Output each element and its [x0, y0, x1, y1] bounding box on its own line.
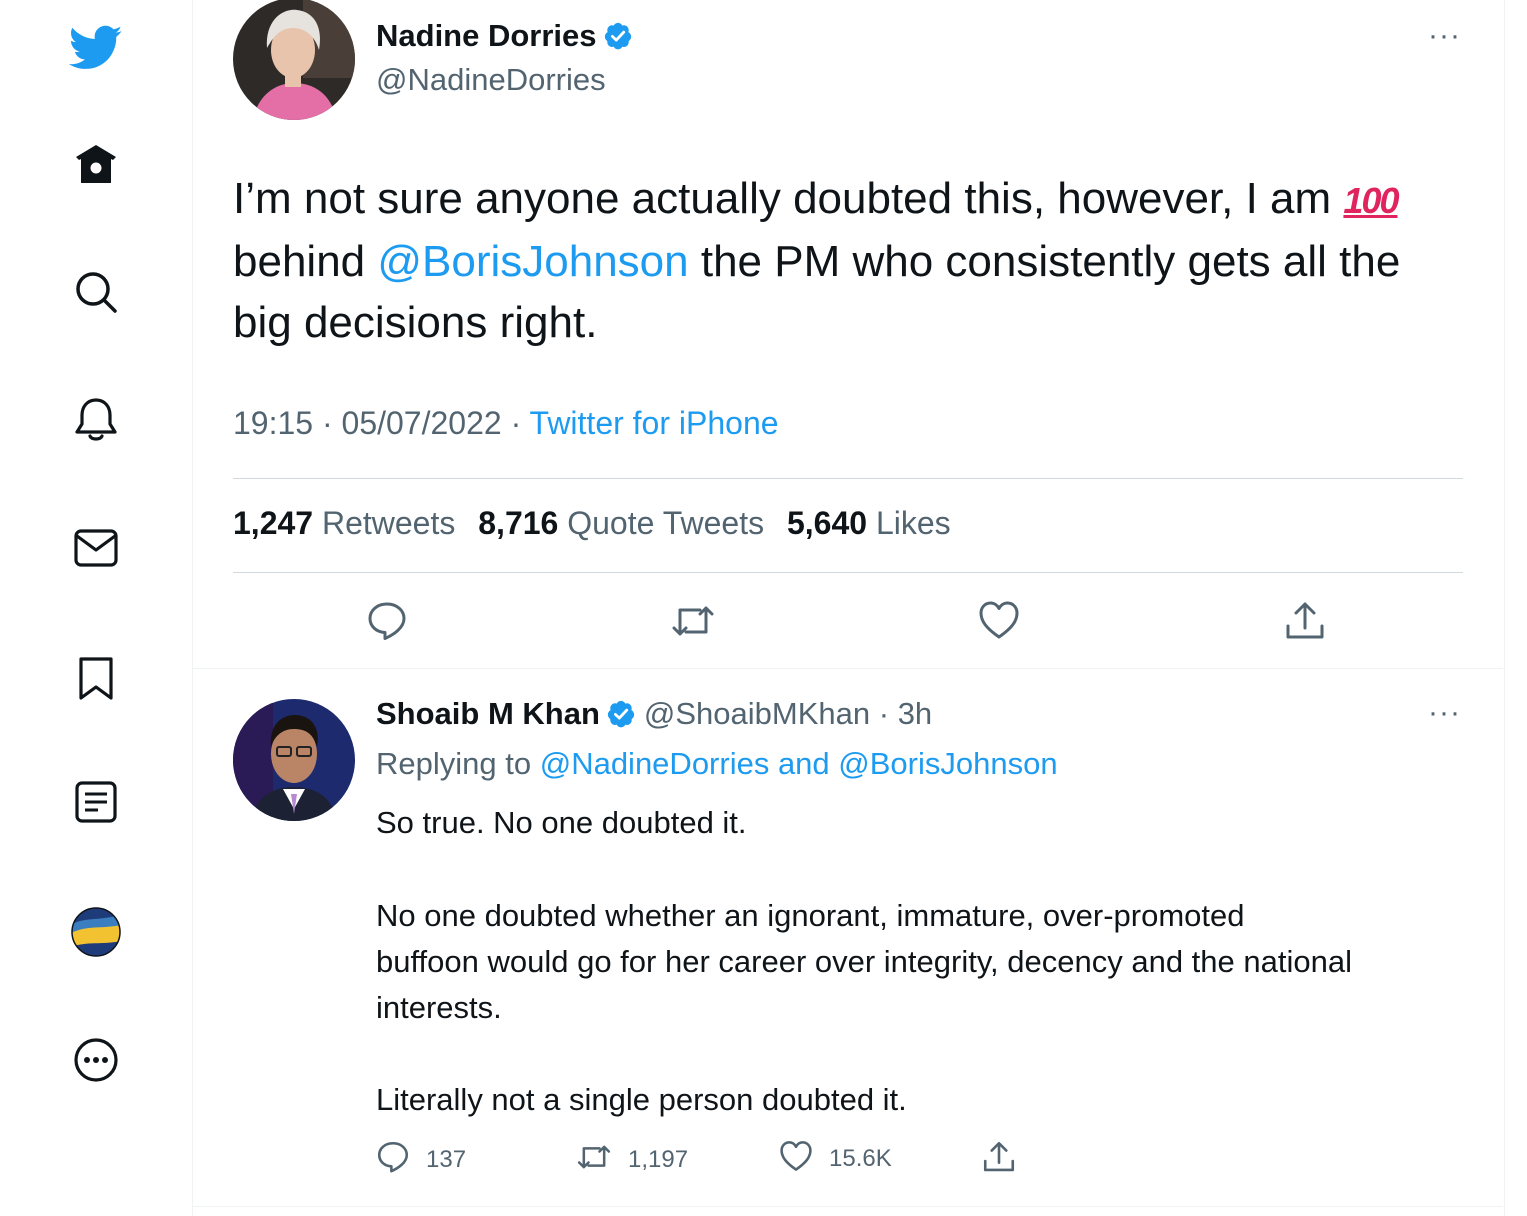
tweet-text: I’m not sure anyone actually doubted thi…: [233, 168, 1473, 353]
verified-badge-icon: [603, 21, 633, 59]
meta-separator-2: ·: [510, 405, 522, 441]
notifications-bell-icon[interactable]: [66, 390, 126, 450]
reply-icon: [366, 600, 408, 647]
likes-stat[interactable]: 5,640 Likes: [787, 505, 951, 541]
likes-count: 5,640: [786, 505, 868, 541]
tweet-text-line2-pre: behind: [233, 237, 378, 286]
reply-author-avatar[interactable]: [233, 699, 355, 821]
reply-retweet-button[interactable]: 1,197: [576, 1140, 688, 1179]
retweets-label: Retweets: [321, 505, 456, 541]
tweet-text-line3: big decisions right.: [233, 298, 598, 347]
reply-author-row: Shoaib M Khan @ShoaibMKhan · 3h: [376, 696, 932, 737]
hundred-points-icon: 100: [1343, 180, 1399, 221]
author-name-row[interactable]: Nadine Dorries: [376, 18, 633, 59]
tweet-text-line1: I’m not sure anyone actually doubted thi…: [233, 174, 1332, 223]
bottom-separator: [193, 1206, 1503, 1207]
tweet-separator: [193, 668, 1503, 669]
home-icon[interactable]: [66, 134, 126, 194]
reply-retweet-count: 1,197: [628, 1145, 689, 1173]
replying-to: Replying to @NadineDorries and @BorisJoh…: [376, 741, 1058, 787]
reply-separator: ·: [878, 696, 890, 731]
reply-text-line4: interests.: [376, 990, 502, 1025]
share-button[interactable]: [1284, 600, 1326, 647]
like-button[interactable]: [978, 600, 1020, 645]
more-options-icon[interactable]: [66, 1030, 126, 1090]
reply-reply-button[interactable]: 137: [376, 1140, 466, 1179]
quote-tweets-label: Quote Tweets: [567, 505, 765, 541]
heart-icon: [978, 600, 1020, 645]
retweets-count: 1,247: [233, 505, 314, 541]
tweet-stats: 1,247 Retweets 8,716 Quote Tweets 5,640 …: [233, 505, 965, 542]
reply-count: 137: [426, 1145, 467, 1173]
author-handle[interactable]: @NadineDorries: [376, 62, 606, 98]
reply-button[interactable]: [366, 600, 408, 647]
meta-separator: ·: [321, 405, 333, 441]
divider-2: [233, 572, 1463, 573]
quote-tweets-count: 8,716: [478, 505, 559, 541]
reply-like-button[interactable]: 15.6K: [779, 1140, 892, 1177]
retweets-stat[interactable]: 1,247 Retweets: [233, 505, 455, 541]
divider: [233, 478, 1463, 479]
reply-text-line5: Literally not a single person doubted it…: [376, 1082, 907, 1117]
share-icon: [1284, 600, 1326, 647]
reply-time-ago[interactable]: 3h: [898, 696, 932, 731]
reply-text-line3: buffoon would go for her career over int…: [376, 944, 1352, 979]
left-navigation: [0, 0, 192, 1216]
quote-tweets-stat[interactable]: 8,716 Quote Tweets: [478, 505, 764, 541]
retweet-icon: [670, 600, 716, 647]
messages-mail-icon[interactable]: [66, 518, 126, 578]
retweet-icon: [576, 1140, 612, 1179]
author-avatar[interactable]: [233, 0, 355, 120]
reply-icon: [376, 1140, 410, 1179]
profile-avatar-icon[interactable]: [66, 902, 126, 962]
retweet-button[interactable]: [670, 600, 716, 647]
bookmarks-icon[interactable]: [66, 648, 126, 708]
tweet-meta: 19:15 · 05/07/2022 · Twitter for iPhone: [233, 405, 779, 442]
explore-search-icon[interactable]: [66, 262, 126, 322]
author-name[interactable]: Nadine Dorries: [376, 18, 597, 53]
twitter-logo-icon[interactable]: [66, 18, 126, 78]
tweet-time[interactable]: 19:15: [233, 405, 313, 441]
reply-like-count: 15.6K: [829, 1144, 892, 1172]
mention-boris-johnson[interactable]: @BorisJohnson: [377, 237, 688, 286]
replying-prefix: Replying to: [376, 746, 540, 781]
reply-more-button[interactable]: ···: [1428, 698, 1461, 728]
heart-icon: [779, 1140, 813, 1177]
reply-author-name[interactable]: Shoaib M Khan: [376, 696, 600, 731]
reply-text-line1: So true. No one doubted it.: [376, 805, 747, 840]
reply-share-button[interactable]: [982, 1140, 1016, 1179]
tweet-more-button[interactable]: ···: [1428, 21, 1461, 51]
replying-mentions[interactable]: @NadineDorries and @BorisJohnson: [540, 746, 1058, 781]
reply-author-handle[interactable]: @ShoaibMKhan: [644, 696, 870, 731]
likes-label: Likes: [875, 505, 951, 541]
reply-verified-badge-icon: [606, 699, 636, 737]
tweet-date[interactable]: 05/07/2022: [342, 405, 502, 441]
tweet-source[interactable]: Twitter for iPhone: [530, 405, 779, 441]
tweet-text-line2-post: the PM who consistently gets all the: [688, 237, 1401, 286]
lists-icon[interactable]: [66, 772, 126, 832]
share-icon: [982, 1140, 1016, 1179]
reply-text-line2: No one doubted whether an ignorant, imma…: [376, 898, 1245, 933]
